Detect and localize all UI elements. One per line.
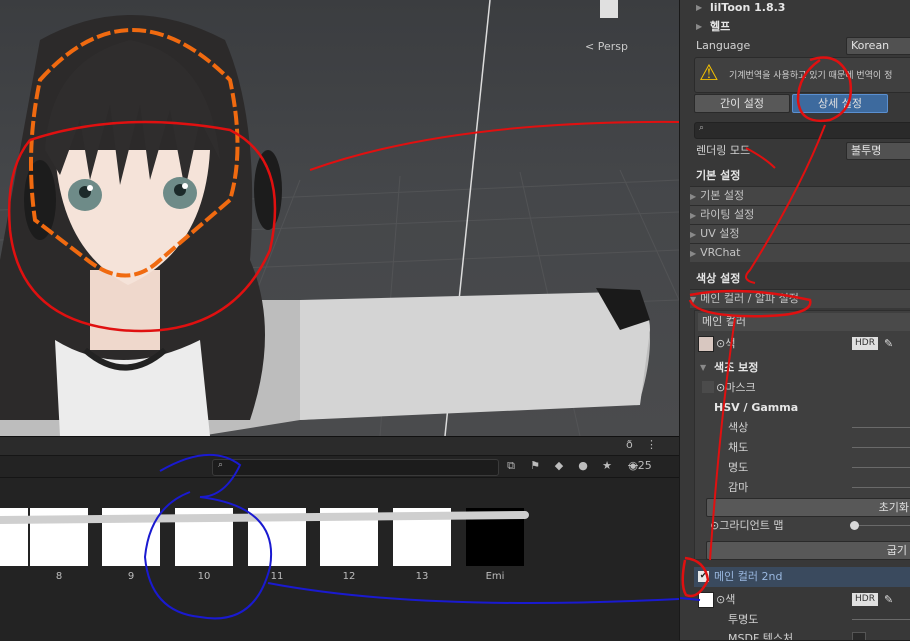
persp-label[interactable]: < Persp xyxy=(585,40,628,53)
scene-canvas xyxy=(0,0,679,436)
project-panel: ð ⋮ ⌕ ⧉ ⚑ ◆ ● ★ ◉25 8 9 10 11 12 13 Emi xyxy=(0,436,679,641)
inspector-annotations xyxy=(680,56,853,601)
project-annotations xyxy=(0,453,679,620)
inspector-panel: ▶ lilToon 1.8.3 ▶ 헬프 Language Korean ⚠ 기… xyxy=(679,0,910,640)
scene-view[interactable]: < Persp xyxy=(0,0,679,436)
